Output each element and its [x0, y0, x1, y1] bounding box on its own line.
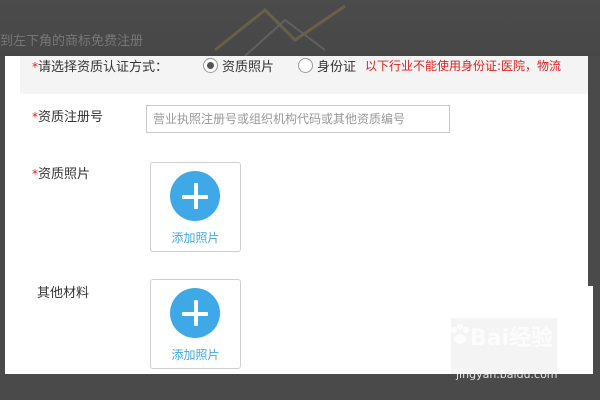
- radio-label-id-card: 身份证: [317, 59, 357, 75]
- top-hint-text: 到左下角的商标免费注册: [0, 34, 144, 49]
- registration-number-input[interactable]: [146, 105, 450, 133]
- registration-number-label: *资质注册号: [32, 110, 104, 125]
- add-photo-plus-icon[interactable]: [170, 171, 220, 221]
- right-frame-edge: [588, 56, 600, 286]
- add-photo-text[interactable]: 添加照片: [151, 229, 240, 246]
- auth-method-label: *请选择资质认证方式：: [32, 60, 169, 75]
- paw-logo-icon: [451, 324, 469, 344]
- radio-option-id-card[interactable]: 身份证: [298, 56, 357, 75]
- industry-warning-text: 以下行业不能使用身份证:医院，物流: [365, 59, 562, 73]
- qualification-photo-label: *资质照片: [32, 167, 91, 182]
- background-decoration: [214, 4, 346, 56]
- radio-label-qualification-photo: 资质照片: [222, 59, 275, 75]
- auth-method-row: *请选择资质认证方式： 资质照片 身份证 以下行业不能使用身份证:医院，物流: [20, 56, 593, 94]
- baidu-jingyan-watermark: Bai经验 jingyan.baidu.com: [448, 316, 568, 386]
- add-photo-plus-icon[interactable]: [170, 288, 220, 338]
- other-materials-upload[interactable]: 添加照片: [150, 279, 241, 369]
- other-materials-label: 其他材料: [37, 286, 90, 301]
- radio-button-unchecked[interactable]: [298, 57, 313, 73]
- radio-option-qualification-photo[interactable]: 资质照片: [203, 56, 275, 75]
- watermark-brand: Bai经验: [470, 326, 554, 351]
- radio-button-checked[interactable]: [203, 57, 218, 73]
- watermark-site: jingyan.baidu.com: [456, 368, 558, 381]
- top-strip: 到左下角的商标免费注册: [0, 0, 600, 56]
- add-photo-text[interactable]: 添加照片: [151, 346, 240, 363]
- qualification-photo-upload[interactable]: 添加照片: [150, 162, 241, 252]
